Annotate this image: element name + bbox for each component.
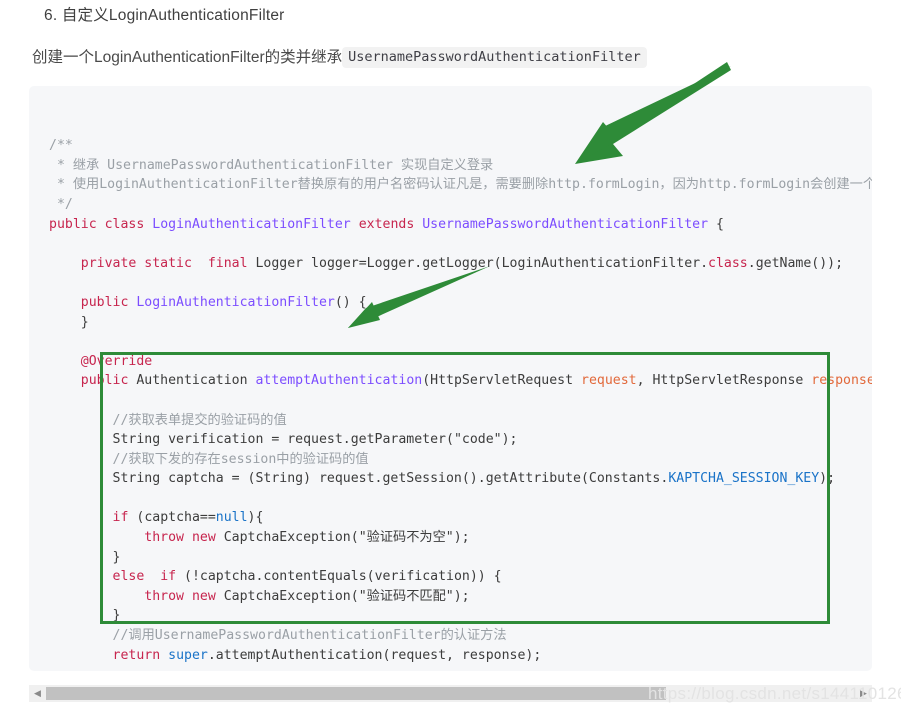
code-line: public Authentication attemptAuthenticat… [80,373,872,389]
intro-paragraph: 创建一个LoginAuthenticationFilter的类并继承 Userna… [32,45,647,70]
code-line: * 使用LoginAuthenticationFilter替换原有的用户名密码认… [49,177,872,193]
code-line: } [49,314,89,330]
inline-code-classname: UsernamePasswordAuthenticationFilter [342,47,647,68]
page-heading: 6. 自定义LoginAuthenticationFilter [44,7,285,24]
code-line: /** [49,138,73,154]
watermark: https://blog.csdn.net/s1441101265 [648,684,901,703]
code-line: public LoginAuthenticationFilter() { [80,294,367,310]
scrollbar-thumb[interactable] [46,687,666,700]
code-line: public class LoginAuthenticationFilter e… [49,216,724,232]
code-line: throw new CaptchaException("验证码不为空"); [144,530,470,546]
code-line: String captcha = (String) request.getSes… [112,471,836,487]
code-block[interactable]: /** * 继承 UsernamePasswordAuthenticationF… [29,86,872,671]
code-line: * 继承 UsernamePasswordAuthenticationFilte… [49,157,494,173]
intro-paragraph-text: 创建一个LoginAuthenticationFilter的类并继承 [32,49,343,66]
scrollbar-left-arrow-icon[interactable]: ◀ [29,685,46,702]
code-line: @Override [80,353,153,369]
code-line: String verification = request.getParamet… [112,432,518,448]
code-line: else if (!captcha.contentEquals(verifica… [112,569,502,585]
code-line: //获取表单提交的验证码的值 [112,412,287,428]
code-line: throw new CaptchaException("验证码不匹配"); [144,588,470,604]
code-line: } [112,549,121,565]
code-line: } [112,608,121,624]
code-line: //调用UsernamePasswordAuthenticationFilter… [112,628,507,644]
code-line: return super.attemptAuthentication(reque… [112,647,542,663]
code-line: //获取下发的存在session中的验证码的值 [112,451,369,467]
code-line: private static final Logger logger=Logge… [80,255,844,271]
code-content: /** * 继承 UsernamePasswordAuthenticationF… [49,97,872,671]
code-line: */ [49,196,73,212]
code-line: if (captcha==null){ [112,510,264,526]
